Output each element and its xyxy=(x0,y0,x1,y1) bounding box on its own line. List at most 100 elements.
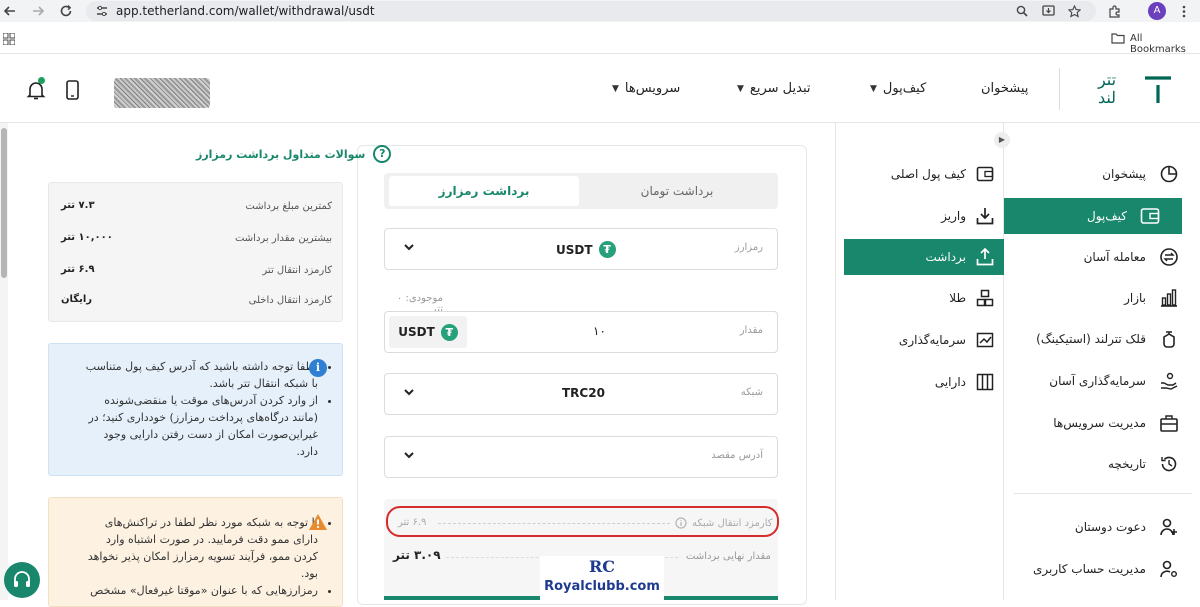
sidebar-divider xyxy=(1014,493,1192,494)
subnav-item-main-wallet[interactable]: کیف پول اصلی xyxy=(844,156,1004,192)
final-amount-value: ۳.۰۹ تتر xyxy=(393,548,441,562)
piggy-bank-icon xyxy=(1159,329,1179,349)
tether-icon: ₮ xyxy=(598,241,616,258)
sidebar-item-easy-invest[interactable]: سرمایه‌گذاری آسان xyxy=(1004,363,1200,399)
subnav-item-withdraw[interactable]: برداشت xyxy=(844,239,1004,275)
logo-line-1: تتر xyxy=(1097,70,1117,89)
sidebar-item-staking[interactable]: قلک تترلند (استیکینگ) xyxy=(1004,321,1200,357)
pie-chart-icon xyxy=(1159,164,1179,184)
subnav-item-investment[interactable]: سرمایه‌گذاری xyxy=(844,322,1004,358)
withdraw-icon xyxy=(976,248,994,266)
memo-warning-item: رمزارزهایی که با عنوان «موقتا غیرفعال» م… xyxy=(80,582,318,599)
extensions-icon[interactable] xyxy=(1106,3,1122,19)
bookmarks-bar: All Bookmarks xyxy=(0,22,1200,55)
amount-currency-text: USDT xyxy=(398,325,435,339)
limits-row-value: رایگان xyxy=(61,294,93,305)
withdrawal-tabs: برداشت رمزارز برداشت تومان xyxy=(384,173,778,209)
amount-label: مقدار xyxy=(739,325,763,336)
nav-dashboard[interactable]: پیشخوان xyxy=(981,81,1028,96)
address-placeholder: آدرس مقصد xyxy=(711,450,763,461)
bookmark-star-icon[interactable] xyxy=(1066,3,1082,19)
nav-services-label: سرویس‌ها xyxy=(624,81,681,96)
forward-arrow-icon[interactable] xyxy=(30,3,46,19)
browser-menu-icon[interactable] xyxy=(1176,3,1192,19)
nav-quick-swap[interactable]: تبدیل سریع ▼ xyxy=(737,81,811,96)
main-sidebar: پیشخوان کیف‌پول معامله آسان بازار قلک تت… xyxy=(1003,123,1200,600)
crypto-select-label: رمزارز xyxy=(734,242,763,253)
sidebar-item-dashboard[interactable]: پیشخوان xyxy=(1004,156,1200,192)
chart-trend-icon xyxy=(976,332,994,348)
nav-quick-swap-label: تبدیل سریع xyxy=(749,81,811,96)
exchange-icon xyxy=(1159,247,1179,267)
deposit-icon xyxy=(976,207,994,225)
subnav-item-gold[interactable]: طلا xyxy=(844,280,1004,316)
folder-icon[interactable] xyxy=(1111,33,1125,44)
tab-toman-withdrawal[interactable]: برداشت تومان xyxy=(582,176,772,206)
limits-row-label: کمترین مبلغ برداشت xyxy=(245,201,332,212)
network-select[interactable]: شبکه TRC20 xyxy=(384,373,778,415)
fee-divider xyxy=(438,523,670,524)
support-chat-button[interactable] xyxy=(4,562,40,598)
network-fee-value: ۶.۹ تتر xyxy=(398,517,427,528)
nav-services[interactable]: سرویس‌ها ▼ xyxy=(612,81,680,96)
network-value: TRC20 xyxy=(562,386,605,400)
sidebar-item-label: مدیریت سرویس‌ها xyxy=(1053,416,1146,430)
sidebar-item-market[interactable]: بازار xyxy=(1004,280,1200,316)
nav-wallet-label: کیف‌پول xyxy=(882,81,927,96)
amount-currency: USDT ₮ xyxy=(389,316,467,348)
info-circle-icon[interactable] xyxy=(675,517,687,529)
reload-icon[interactable] xyxy=(58,3,74,19)
network-label: شبکه xyxy=(740,387,763,398)
logo-mark-icon[interactable] xyxy=(1143,75,1173,105)
address-warning-item: لطفا توجه داشته باشید که آدرس کیف پول مت… xyxy=(80,358,318,392)
address-bar[interactable]: app.tetherland.com/wallet/withdrawal/usd… xyxy=(86,1,1096,21)
site-settings-icon[interactable] xyxy=(94,3,110,19)
sidebar-item-label: قلک تترلند (استیکینگ) xyxy=(1036,332,1146,346)
amount-field[interactable]: مقدار ۱۰ USDT ₮ xyxy=(384,311,778,353)
withdrawal-limits-table: کمترین مبلغ برداشت ۷.۳ تتر بیشترین مقدار… xyxy=(48,182,343,322)
zoom-icon[interactable] xyxy=(1014,3,1030,19)
info-icon: i xyxy=(309,359,327,377)
sidebar-item-label: مدیریت حساب کاربری xyxy=(1032,562,1146,576)
sidebar-item-easy-trade[interactable]: معامله آسان xyxy=(1004,239,1200,275)
sidebar-item-account[interactable]: مدیریت حساب کاربری xyxy=(1004,551,1200,587)
all-bookmarks-link[interactable]: All Bookmarks xyxy=(1130,33,1200,55)
subnav-item-label: طلا xyxy=(949,291,966,305)
limits-row-label: کارمزد انتقال تتر xyxy=(262,265,332,276)
nav-wallet[interactable]: کیف‌پول ▼ xyxy=(870,81,926,96)
install-app-icon[interactable] xyxy=(1040,3,1056,19)
faq-link[interactable]: ? سوالات متداول برداشت رمزارز xyxy=(196,145,392,163)
chevron-down-icon: ▼ xyxy=(737,83,744,94)
page-scrollbar-thumb[interactable] xyxy=(1,128,7,278)
limits-row-value: ۶.۹ تتر xyxy=(61,264,95,275)
warning-triangle-icon xyxy=(308,513,328,531)
crypto-select[interactable]: رمزارز USDT ₮ xyxy=(384,228,778,270)
tab-crypto-withdrawal[interactable]: برداشت رمزارز xyxy=(389,176,579,206)
sidebar-item-history[interactable]: تاریخچه xyxy=(1004,446,1200,482)
logo-text[interactable]: تتر لند xyxy=(1080,71,1134,107)
mobile-app-icon[interactable] xyxy=(66,80,79,100)
subnav-item-assets[interactable]: دارایی xyxy=(844,364,1004,400)
sidebar-item-label: دعوت دوستان xyxy=(1074,520,1146,534)
sidebar-item-label: بازار xyxy=(1124,291,1146,305)
chevron-down-icon xyxy=(403,241,415,253)
sidebar-item-wallet[interactable]: کیف‌پول xyxy=(1004,198,1182,234)
back-arrow-icon[interactable] xyxy=(2,3,18,19)
sidebar-item-label: پیشخوان xyxy=(1102,167,1146,181)
invest-hand-icon xyxy=(1159,371,1179,391)
profile-avatar[interactable]: A xyxy=(1148,2,1166,20)
limits-row-value: ۱۰,۰۰۰ تتر xyxy=(61,232,113,243)
watermark-mark: RC xyxy=(588,557,616,576)
sidebar-item-services[interactable]: مدیریت سرویس‌ها xyxy=(1004,405,1200,441)
memo-warning-item: با توجه به شبکه مورد نظر لطفا در تراکنش‌… xyxy=(80,514,318,582)
watermark-text: Royalclubb.com xyxy=(544,579,660,594)
destination-address-field[interactable]: آدرس مقصد xyxy=(384,436,778,478)
user-settings-icon xyxy=(1159,559,1179,579)
logo-divider xyxy=(1059,68,1060,110)
apps-grid-icon[interactable] xyxy=(3,33,15,45)
assets-icon xyxy=(976,373,994,391)
user-info-blurred[interactable] xyxy=(114,78,210,108)
subnav-item-deposit[interactable]: واریز xyxy=(844,198,1004,234)
sidebar-item-invite[interactable]: دعوت دوستان xyxy=(1004,509,1200,545)
limits-row: کارمزد انتقال تتر ۶.۹ تتر xyxy=(49,261,344,285)
